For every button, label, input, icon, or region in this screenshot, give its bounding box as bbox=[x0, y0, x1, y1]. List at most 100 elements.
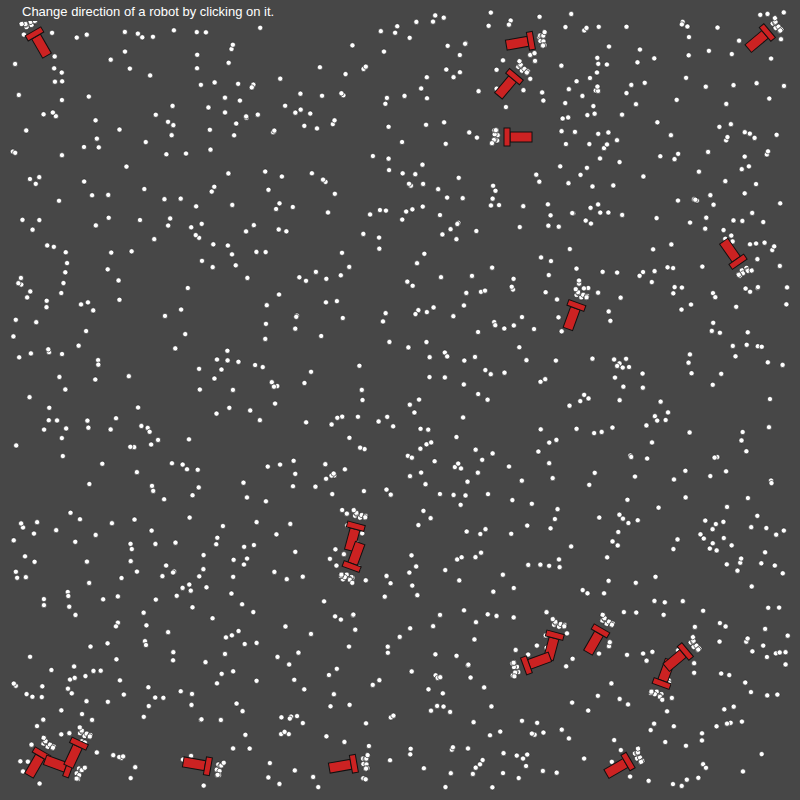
pellet bbox=[556, 315, 561, 320]
pellet bbox=[149, 528, 154, 533]
pellet bbox=[332, 118, 337, 123]
robot[interactable] bbox=[559, 286, 591, 332]
pellet bbox=[86, 734, 93, 741]
robot[interactable] bbox=[489, 128, 532, 146]
pellet bbox=[370, 153, 375, 158]
robot[interactable] bbox=[182, 753, 227, 779]
pellet bbox=[451, 75, 456, 80]
pellet bbox=[338, 571, 345, 578]
pellet bbox=[441, 704, 446, 709]
pellet bbox=[323, 476, 328, 481]
pellet bbox=[768, 56, 773, 61]
pellet bbox=[521, 88, 526, 93]
robot[interactable] bbox=[492, 57, 534, 102]
pellet bbox=[290, 204, 295, 209]
pellet bbox=[652, 598, 657, 603]
pellet bbox=[594, 70, 599, 75]
pellet bbox=[220, 523, 225, 528]
robot[interactable] bbox=[580, 611, 617, 657]
pellet bbox=[606, 578, 611, 583]
pellet bbox=[199, 221, 204, 226]
pellet bbox=[264, 303, 269, 308]
pellet bbox=[204, 585, 209, 590]
pellet bbox=[592, 430, 597, 435]
pellet bbox=[405, 279, 410, 284]
pellet bbox=[485, 612, 490, 617]
pellet bbox=[333, 547, 338, 552]
pellet bbox=[765, 11, 770, 16]
pellet bbox=[292, 677, 297, 682]
pellet bbox=[590, 184, 595, 189]
pellet bbox=[148, 73, 153, 78]
pellet bbox=[765, 360, 770, 365]
pellet bbox=[263, 499, 268, 504]
pellet bbox=[380, 319, 385, 324]
pellet bbox=[626, 520, 631, 525]
pellet bbox=[662, 600, 667, 605]
pellet bbox=[89, 717, 94, 722]
robot[interactable] bbox=[60, 724, 95, 770]
robot[interactable] bbox=[507, 648, 553, 680]
pellet bbox=[540, 768, 545, 773]
pellet bbox=[475, 470, 480, 475]
pellet bbox=[59, 290, 64, 295]
pellet bbox=[532, 58, 537, 63]
pellet bbox=[764, 525, 769, 530]
pellet bbox=[59, 436, 64, 441]
pellet bbox=[783, 662, 788, 667]
pellet bbox=[28, 289, 33, 294]
pellet bbox=[607, 640, 612, 645]
pellet bbox=[519, 314, 524, 319]
pellet bbox=[672, 285, 677, 290]
pellet bbox=[384, 95, 389, 100]
pellet bbox=[65, 686, 70, 691]
pellet bbox=[638, 758, 645, 765]
robot[interactable] bbox=[505, 29, 550, 55]
arena bbox=[0, 0, 800, 800]
pellet bbox=[739, 556, 744, 561]
pellet bbox=[212, 80, 217, 85]
pellet bbox=[271, 384, 276, 389]
pellet bbox=[608, 318, 613, 323]
pellet bbox=[749, 584, 754, 589]
pellet bbox=[606, 309, 611, 314]
robot[interactable] bbox=[337, 540, 369, 586]
pellet bbox=[683, 468, 688, 473]
robot[interactable] bbox=[716, 236, 756, 282]
robot[interactable] bbox=[42, 751, 88, 783]
pellet bbox=[215, 535, 220, 540]
pellet bbox=[617, 696, 622, 701]
pellet bbox=[18, 759, 23, 764]
pellet bbox=[750, 649, 755, 654]
pellet bbox=[574, 266, 579, 271]
pellet bbox=[465, 479, 470, 484]
pellet bbox=[487, 733, 492, 738]
pellet bbox=[135, 31, 140, 36]
pellet bbox=[332, 614, 337, 619]
pellet bbox=[169, 133, 174, 138]
robot[interactable] bbox=[742, 14, 787, 56]
pellet bbox=[275, 654, 280, 659]
pellet bbox=[729, 543, 734, 548]
pellet bbox=[465, 746, 470, 751]
pellet bbox=[474, 135, 479, 140]
pellet bbox=[18, 275, 23, 280]
pellet bbox=[18, 20, 25, 27]
pellet bbox=[648, 688, 655, 695]
pellet bbox=[334, 666, 339, 671]
pellet bbox=[712, 455, 717, 460]
pellet bbox=[485, 492, 490, 497]
robot[interactable] bbox=[328, 752, 373, 778]
pellet bbox=[388, 492, 393, 497]
pellet bbox=[448, 709, 453, 714]
pellet bbox=[595, 55, 600, 60]
robot[interactable] bbox=[602, 745, 648, 782]
pellet bbox=[675, 198, 680, 203]
pellet bbox=[37, 781, 42, 786]
pellet bbox=[222, 95, 227, 100]
pellet bbox=[66, 593, 71, 598]
pellet bbox=[230, 42, 235, 47]
robot[interactable] bbox=[660, 633, 705, 675]
pellet bbox=[774, 532, 779, 537]
pellet bbox=[357, 363, 362, 368]
